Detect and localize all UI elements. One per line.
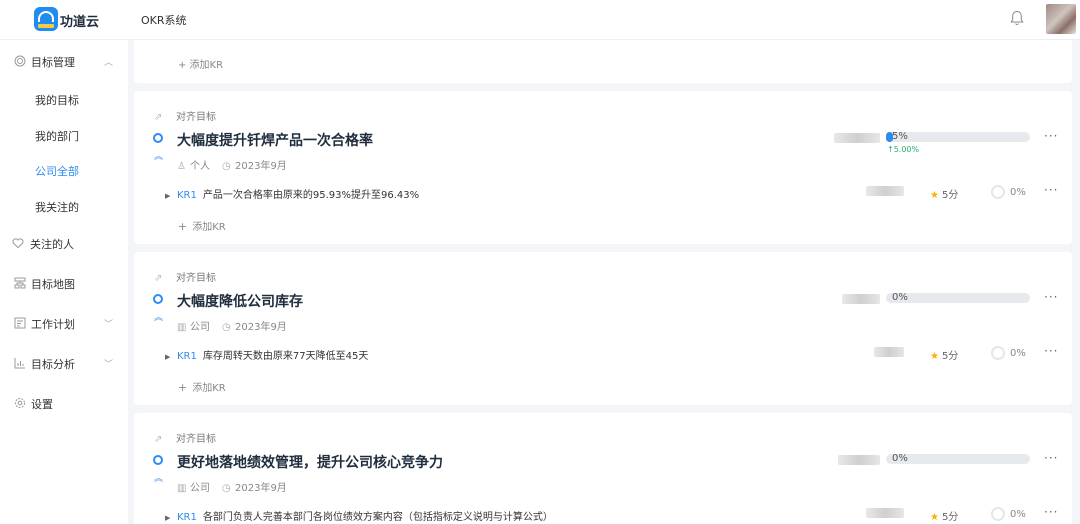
sidebar-item-label: 目标地图 xyxy=(31,278,75,291)
sidebar-item-label: 目标分析 xyxy=(31,358,75,371)
system-name: OKR系统 xyxy=(141,14,187,27)
kr-owner-blurred xyxy=(866,508,904,518)
gear-icon xyxy=(15,398,25,408)
sidebar: 目标管理 ︿ 我的目标 我的部门 公司全部 我关注的 关注的人 目标地图 工作计… xyxy=(0,40,128,524)
sidebar-sub-my-department[interactable]: 我的部门 xyxy=(35,128,79,144)
star-icon: ★ xyxy=(930,512,939,523)
objective-progress-text: 0% xyxy=(892,453,908,464)
align-icon: ⇗ xyxy=(154,112,163,123)
objective-card: + 添加KR xyxy=(134,40,1072,83)
kr-more-button[interactable]: ··· xyxy=(1044,344,1058,358)
kr-more-button[interactable]: ··· xyxy=(1044,183,1058,197)
kr-row[interactable]: ▶ KR1 库存周转天数由原来77天降低至45天 xyxy=(165,347,368,362)
objective-card: ⇗ 对齐目标 ︽ 大幅度降低公司库存 ▥ 公司 ◷ 2023年9月 0% ··· ▶ KR… xyxy=(134,252,1072,405)
logo-icon[interactable] xyxy=(34,7,58,31)
sidebar-item-followed-people[interactable]: 关注的人 xyxy=(0,224,128,260)
bell-icon[interactable] xyxy=(1010,10,1024,26)
align-target-row[interactable]: ⇗ 对齐目标 xyxy=(154,430,216,445)
add-kr-button[interactable]: + 添加KR xyxy=(178,56,223,71)
collapse-chevron-icon[interactable]: ︽ xyxy=(154,471,163,484)
sidebar-item-work-plan[interactable]: 工作计划 ﹀ xyxy=(0,304,128,340)
top-header: 功道云 OKR系统 xyxy=(0,0,1080,40)
expand-triangle-icon[interactable]: ▶ xyxy=(165,192,177,200)
collapse-chevron-icon[interactable]: ︽ xyxy=(154,149,163,162)
objective-status-icon xyxy=(153,455,163,465)
sidebar-item-label: 工作计划 xyxy=(31,318,75,331)
objective-card: ⇗ 对齐目标 ︽ 更好地落地绩效管理，提升公司核心竞争力 ▥ 公司 ◷ 2023年9月 … xyxy=(134,413,1072,524)
brand-name[interactable]: 功道云 xyxy=(60,11,99,30)
clock-icon: ◷ xyxy=(222,322,231,333)
owner-name-blurred xyxy=(842,294,880,304)
more-options-button[interactable]: ··· xyxy=(1044,451,1058,465)
objective-progress-text: 5% xyxy=(892,131,908,142)
avatar[interactable] xyxy=(1046,4,1076,34)
map-icon xyxy=(14,277,26,289)
sidebar-item-label: 关注的人 xyxy=(30,238,74,251)
building-icon: ▥ xyxy=(177,322,187,333)
objective-progress-text: 0% xyxy=(892,292,908,303)
progress-ring-icon xyxy=(991,346,1005,360)
align-target-row[interactable]: ⇗ 对齐目标 xyxy=(154,108,216,123)
sidebar-item-goal-management[interactable]: 目标管理 ︿ xyxy=(0,42,128,78)
kr-progress[interactable]: 0% xyxy=(991,507,1026,521)
sidebar-item-goal-map[interactable]: 目标地图 xyxy=(0,264,128,300)
sidebar-item-settings[interactable]: 设置 xyxy=(0,384,128,420)
sidebar-sub-my-goals[interactable]: 我的目标 xyxy=(35,92,79,108)
owner-name-blurred xyxy=(834,133,880,143)
target-icon xyxy=(14,55,26,67)
kr-row[interactable]: ▶ KR1 各部门负责人完善本部门各岗位绩效方案内容（包括指标定义说明与计算公式） xyxy=(165,508,553,523)
kr-owner-blurred xyxy=(874,347,904,357)
edit-doc-icon xyxy=(14,317,26,329)
align-icon: ⇗ xyxy=(154,434,163,445)
kr-score[interactable]: ★ 5分 xyxy=(930,508,958,523)
star-icon: ★ xyxy=(930,351,939,362)
sidebar-item-label: 设置 xyxy=(31,398,53,411)
objective-title[interactable]: 大幅度降低公司库存 xyxy=(177,291,303,311)
expand-triangle-icon[interactable]: ▶ xyxy=(165,514,177,522)
star-icon: ★ xyxy=(930,190,939,201)
more-options-button[interactable]: ··· xyxy=(1044,129,1058,143)
objective-meta: ▥ 公司 ◷ 2023年9月 xyxy=(177,483,287,494)
expand-triangle-icon[interactable]: ▶ xyxy=(165,353,177,361)
sidebar-item-goal-analysis[interactable]: 目标分析 ﹀ xyxy=(0,344,128,380)
progress-ring-icon xyxy=(991,185,1005,199)
sidebar-sub-followed[interactable]: 我关注的 xyxy=(35,199,79,215)
objective-status-icon xyxy=(153,294,163,304)
collapse-chevron-icon[interactable]: ︽ xyxy=(154,310,163,323)
objective-meta: ♙ 个人 ◷ 2023年9月 xyxy=(177,161,287,172)
align-icon: ⇗ xyxy=(154,273,163,284)
chevron-down-icon: ﹀ xyxy=(104,320,114,330)
align-target-row[interactable]: ⇗ 对齐目标 xyxy=(154,269,216,284)
add-kr-button[interactable]: + 添加KR xyxy=(178,218,226,233)
objective-status-icon xyxy=(153,133,163,143)
progress-delta: ↑5.00% xyxy=(887,145,920,154)
building-icon: ▥ xyxy=(177,483,187,494)
owner-name-blurred xyxy=(838,455,880,465)
clock-icon: ◷ xyxy=(222,161,231,172)
kr-progress[interactable]: 0% xyxy=(991,185,1026,199)
sidebar-item-label: 目标管理 xyxy=(31,56,75,69)
add-kr-button[interactable]: + 添加KR xyxy=(178,379,226,394)
kr-score[interactable]: ★ 5分 xyxy=(930,186,958,201)
chart-icon xyxy=(14,358,25,369)
person-icon: ♙ xyxy=(177,161,186,172)
heart-icon xyxy=(12,238,24,249)
kr-row[interactable]: ▶ KR1 产品一次合格率由原来的95.93%提升至96.43% xyxy=(165,186,419,201)
objective-card: ⇗ 对齐目标 ︽ 大幅度提升钎焊产品一次合格率 ♙ 个人 ◷ 2023年9月 5% ↑5… xyxy=(134,91,1072,244)
chevron-up-icon: ︿ xyxy=(104,58,114,68)
kr-more-button[interactable]: ··· xyxy=(1044,505,1058,519)
chevron-down-icon: ﹀ xyxy=(104,360,114,370)
kr-progress[interactable]: 0% xyxy=(991,346,1026,360)
objective-title[interactable]: 大幅度提升钎焊产品一次合格率 xyxy=(177,130,373,150)
progress-ring-icon xyxy=(991,507,1005,521)
kr-owner-blurred xyxy=(866,186,904,196)
more-options-button[interactable]: ··· xyxy=(1044,290,1058,304)
objective-title[interactable]: 更好地落地绩效管理，提升公司核心竞争力 xyxy=(177,452,443,472)
kr-score[interactable]: ★ 5分 xyxy=(930,347,958,362)
sidebar-sub-company-all[interactable]: 公司全部 xyxy=(35,163,79,179)
objective-meta: ▥ 公司 ◷ 2023年9月 xyxy=(177,322,287,333)
clock-icon: ◷ xyxy=(222,483,231,494)
